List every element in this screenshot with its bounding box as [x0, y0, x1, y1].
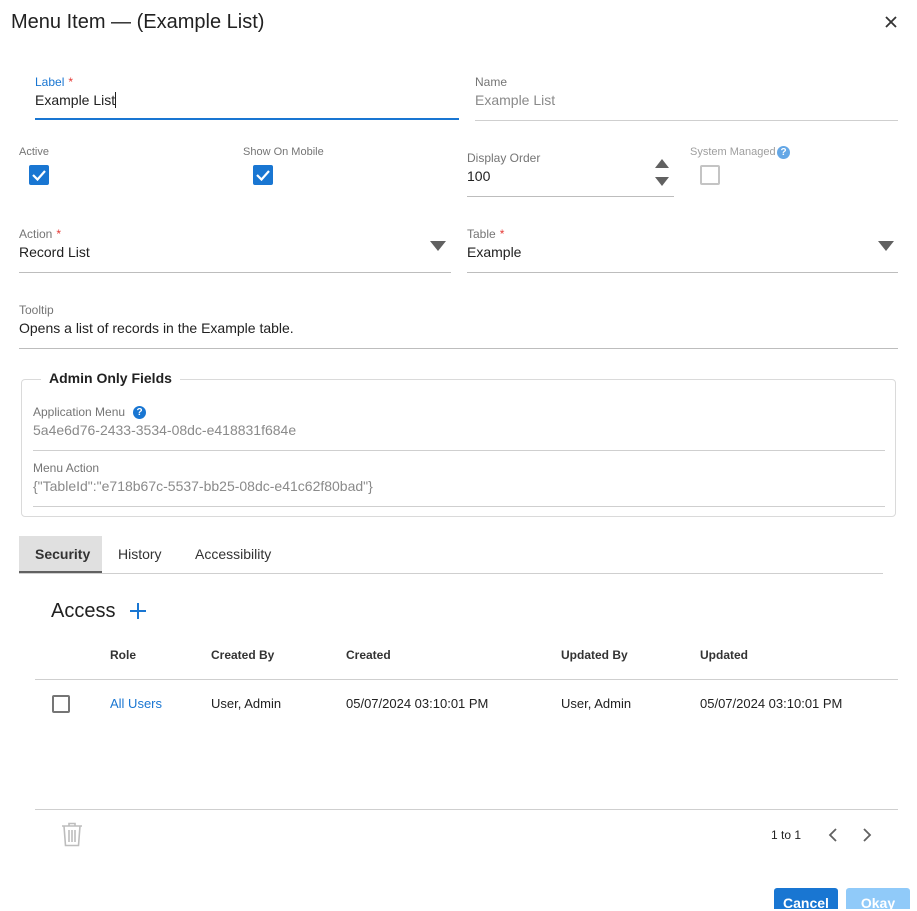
label-input-underline: [35, 118, 459, 120]
chevron-left-icon[interactable]: [828, 828, 838, 842]
active-label: Active: [19, 146, 49, 158]
system-managed-label: System Managed: [690, 146, 776, 158]
table-select[interactable]: Example: [467, 244, 521, 260]
table-underline: [467, 272, 898, 273]
action-underline: [19, 272, 451, 273]
dialog-title: Menu Item — (Example List): [11, 11, 265, 33]
table-footer-divider: [35, 809, 898, 810]
cell-updated: 05/07/2024 03:10:01 PM: [700, 696, 843, 711]
display-order-underline: [467, 196, 674, 197]
tab-history[interactable]: History: [118, 546, 162, 562]
okay-button[interactable]: Okay: [846, 888, 910, 911]
dropdown-arrow-icon[interactable]: [878, 241, 894, 251]
label-field-label: Label *: [35, 75, 74, 89]
tab-accessibility[interactable]: Accessibility: [195, 546, 271, 562]
active-checkbox[interactable]: [29, 165, 49, 185]
access-heading: Access: [51, 600, 116, 622]
application-menu-label: Application Menu: [33, 405, 126, 419]
display-order-label: Display Order: [467, 151, 541, 165]
close-icon[interactable]: [883, 14, 899, 30]
row-select-checkbox[interactable]: [52, 695, 70, 713]
application-menu-input[interactable]: 5a4e6d76-2433-3534-08dc-e418831f684e: [33, 422, 296, 438]
system-managed-checkbox: [700, 165, 720, 185]
show-on-mobile-label: Show On Mobile: [243, 146, 324, 158]
table-header-divider: [35, 679, 898, 680]
cell-created-by: User, Admin: [211, 696, 282, 711]
trash-icon[interactable]: [61, 822, 83, 847]
action-select[interactable]: Record List: [19, 244, 90, 260]
label-input[interactable]: Example List: [35, 92, 117, 108]
cancel-button[interactable]: Cancel: [774, 888, 838, 911]
tabs-divider: [19, 573, 883, 574]
column-header-updated[interactable]: Updated: [700, 648, 748, 662]
show-on-mobile-checkbox[interactable]: [253, 165, 273, 185]
name-input-underline: [475, 120, 898, 121]
plus-icon[interactable]: [129, 602, 147, 620]
chevron-right-icon[interactable]: [862, 828, 872, 842]
menu-action-label: Menu Action: [33, 461, 100, 475]
column-header-created[interactable]: Created: [346, 648, 391, 662]
application-menu-underline: [33, 450, 885, 451]
spinner-up-icon[interactable]: [654, 157, 670, 169]
dropdown-arrow-icon[interactable]: [430, 241, 446, 251]
column-header-role[interactable]: Role: [110, 648, 136, 662]
name-input[interactable]: Example List: [475, 92, 555, 108]
menu-action-input[interactable]: {"TableId":"e718b67c-5537-bb25-08dc-e41c…: [33, 478, 373, 494]
tooltip-field-label: Tooltip: [19, 303, 54, 317]
action-field-label: Action *: [19, 227, 62, 241]
tab-security[interactable]: Security: [35, 546, 90, 562]
check-icon: [256, 170, 270, 182]
admin-fieldset: [21, 379, 896, 517]
cell-updated-by: User, Admin: [561, 696, 632, 711]
help-icon[interactable]: ?: [777, 146, 790, 159]
role-link[interactable]: All Users: [110, 696, 162, 711]
admin-legend: Admin Only Fields: [41, 370, 180, 386]
check-icon: [32, 170, 46, 182]
spinner-down-icon[interactable]: [654, 176, 670, 188]
tooltip-underline: [19, 348, 898, 349]
help-icon[interactable]: ?: [133, 406, 146, 419]
name-field-label: Name: [475, 75, 508, 89]
menu-action-underline: [33, 506, 885, 507]
column-header-updated-by[interactable]: Updated By: [561, 648, 628, 662]
tooltip-input[interactable]: Opens a list of records in the Example t…: [19, 320, 294, 336]
cell-created: 05/07/2024 03:10:01 PM: [346, 696, 489, 711]
column-header-created-by[interactable]: Created By: [211, 648, 274, 662]
pagination-range: 1 to 1: [771, 828, 802, 842]
table-field-label: Table *: [467, 227, 505, 241]
display-order-input[interactable]: 100: [467, 168, 490, 184]
